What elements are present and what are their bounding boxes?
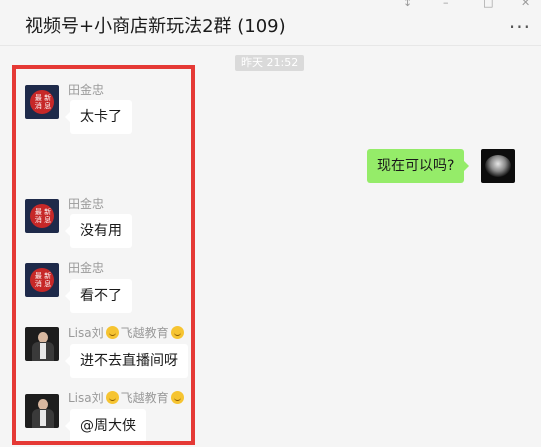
self-message-bubble[interactable]: 现在可以吗? [367,149,470,183]
chat-header: 视频号+小商店新玩法2群 (109) ↕ – □ ✕ ··· [0,0,541,46]
more-options-icon[interactable]: ··· [509,17,531,37]
smile-emoji-icon [105,326,119,339]
avatar-text: 最 新消 息 [34,272,52,288]
smile-emoji-icon [170,326,184,339]
message-bubble[interactable]: @周大侠 [65,409,146,443]
avatar-image [485,155,511,177]
lisa-avatar[interactable] [25,327,59,361]
lisa-avatar[interactable] [25,394,59,428]
sender-name: Lisa刘 飞越教育 [68,389,186,406]
sender-name: 田金忠 [68,261,105,275]
message-bubble[interactable]: 看不了 [65,279,132,313]
message-bubble[interactable]: 进不去直播间呀 [65,344,188,378]
news-avatar[interactable]: 最 新消 息 [25,199,59,233]
smile-emoji-icon [170,391,184,404]
sender-tag: 飞越教育 [120,391,169,405]
maximize-icon[interactable]: □ [483,0,493,8]
close-icon[interactable]: ✕ [521,0,530,8]
avatar-shirt [40,343,46,359]
sender-name: Lisa刘 飞越教育 [68,324,186,341]
pin-icon[interactable]: ↕ [403,0,412,8]
minimize-icon[interactable]: – [443,0,449,8]
sender-nickname: Lisa刘 [68,391,104,405]
sender-tag: 飞越教育 [120,326,169,340]
avatar-text: 最 新消 息 [34,208,52,224]
sender-nickname: Lisa刘 [68,326,104,340]
avatar-text: 最 新消 息 [34,94,52,110]
timestamp: 昨天 21:52 [235,55,305,71]
chat-title: 视频号+小商店新玩法2群 (109) [25,16,286,37]
smile-emoji-icon [105,391,119,404]
news-avatar[interactable]: 最 新消 息 [25,263,59,297]
message-bubble[interactable]: 没有用 [65,214,132,248]
message-bubble[interactable]: 太卡了 [65,100,132,134]
self-avatar[interactable] [481,149,515,183]
avatar-shirt [40,410,46,426]
sender-name: 田金忠 [68,197,105,211]
sender-name: 田金忠 [68,83,105,97]
news-avatar[interactable]: 最 新消 息 [25,85,59,119]
window-controls: ↕ – □ ✕ [401,0,541,10]
